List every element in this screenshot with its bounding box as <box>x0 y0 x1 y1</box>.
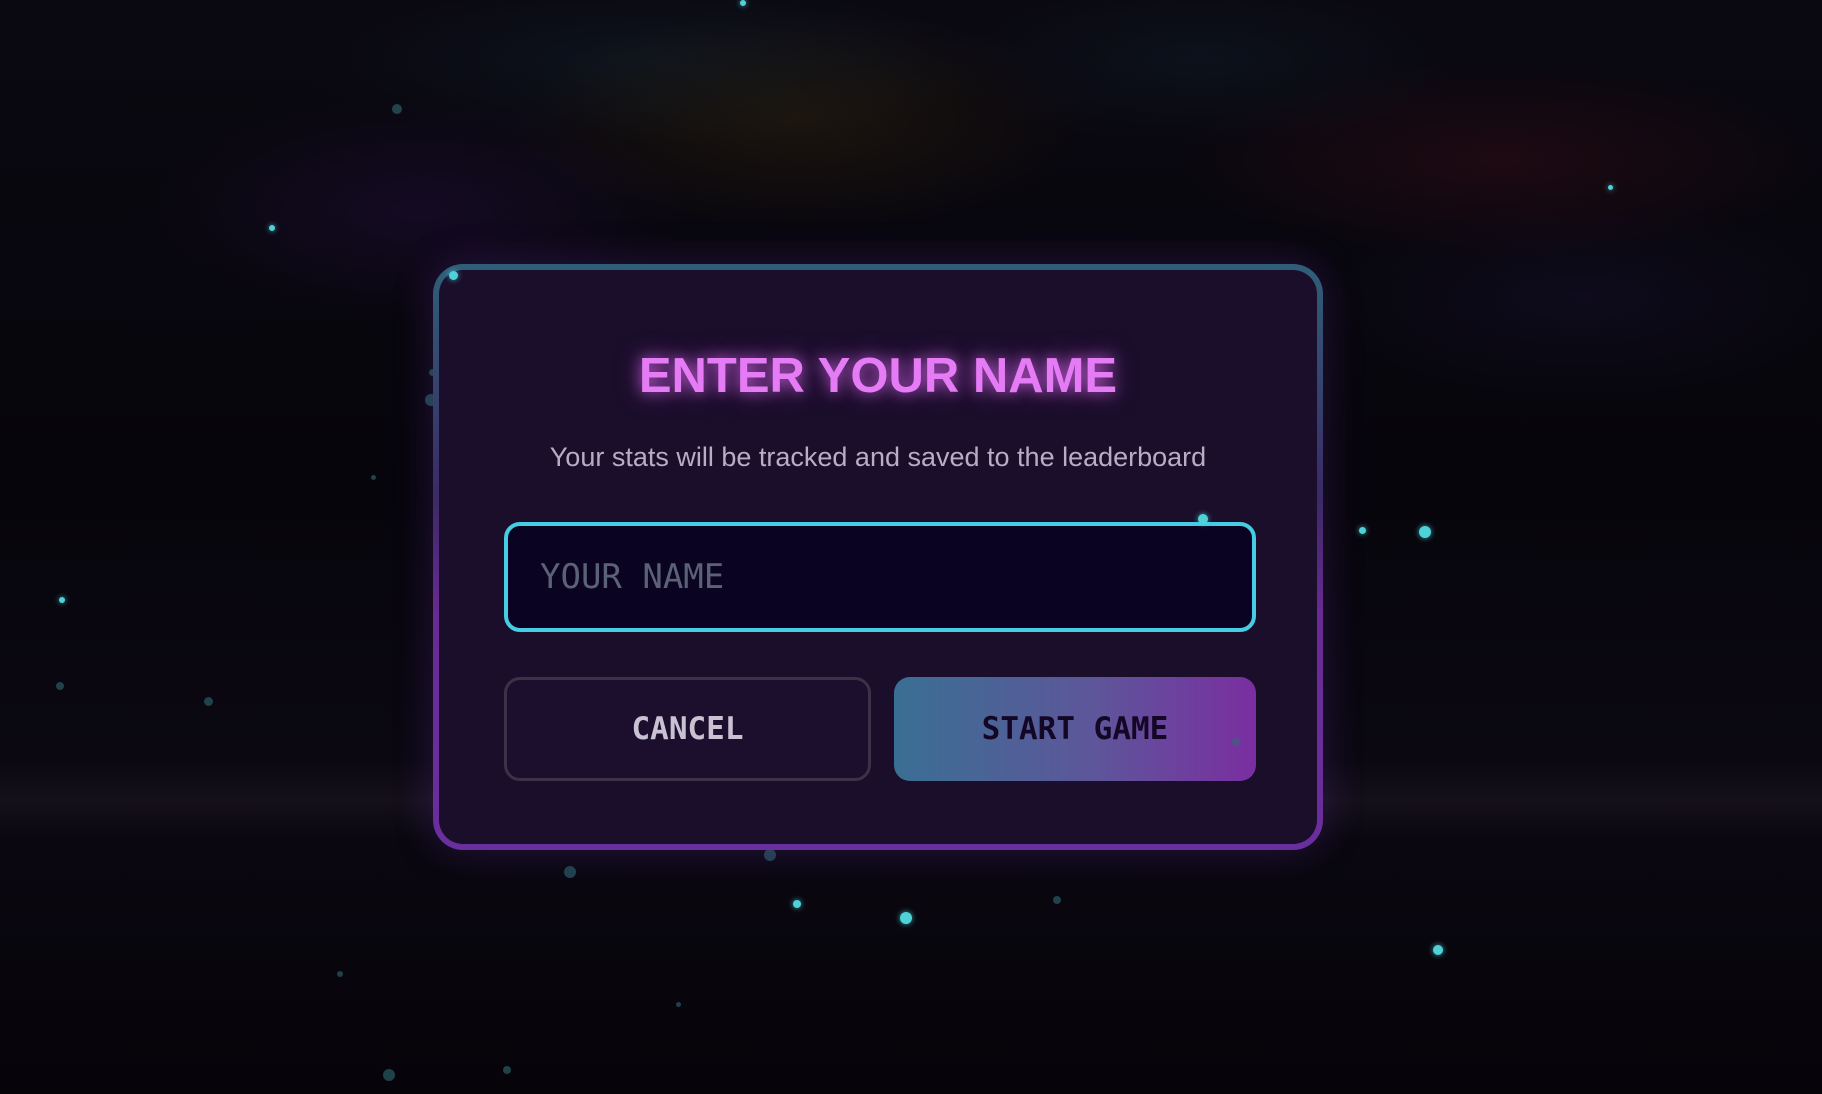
dialog-title: ENTER YOUR NAME <box>638 349 1118 403</box>
particle <box>337 971 343 977</box>
particle <box>449 271 458 280</box>
dialog-body: ENTER YOUR NAME Your stats will be track… <box>439 270 1317 844</box>
particle <box>764 849 776 861</box>
enter-name-dialog: ENTER YOUR NAME Your stats will be track… <box>433 264 1323 850</box>
cancel-button[interactable]: CANCEL <box>504 677 871 781</box>
particle <box>793 900 801 908</box>
game-background: ENTER YOUR NAME Your stats will be track… <box>0 0 1822 1094</box>
start-game-button[interactable]: START GAME <box>894 677 1256 781</box>
particle <box>392 104 402 114</box>
name-input[interactable] <box>504 522 1256 632</box>
particle <box>676 1002 681 1007</box>
particle <box>900 912 912 924</box>
particle <box>564 866 576 878</box>
particle <box>1359 527 1366 534</box>
particle <box>503 1066 511 1074</box>
particle <box>1198 514 1208 524</box>
particle <box>1053 896 1061 904</box>
particle <box>1232 738 1240 746</box>
particle <box>740 0 746 6</box>
dialog-subtitle: Your stats will be tracked and saved to … <box>549 442 1207 472</box>
particle <box>269 225 275 231</box>
particle <box>204 697 213 706</box>
particle <box>383 1069 395 1081</box>
particle <box>1433 945 1443 955</box>
particle <box>56 682 64 690</box>
particle <box>1419 526 1431 538</box>
particle <box>1608 185 1613 190</box>
particle <box>59 597 65 603</box>
particle <box>371 475 376 480</box>
